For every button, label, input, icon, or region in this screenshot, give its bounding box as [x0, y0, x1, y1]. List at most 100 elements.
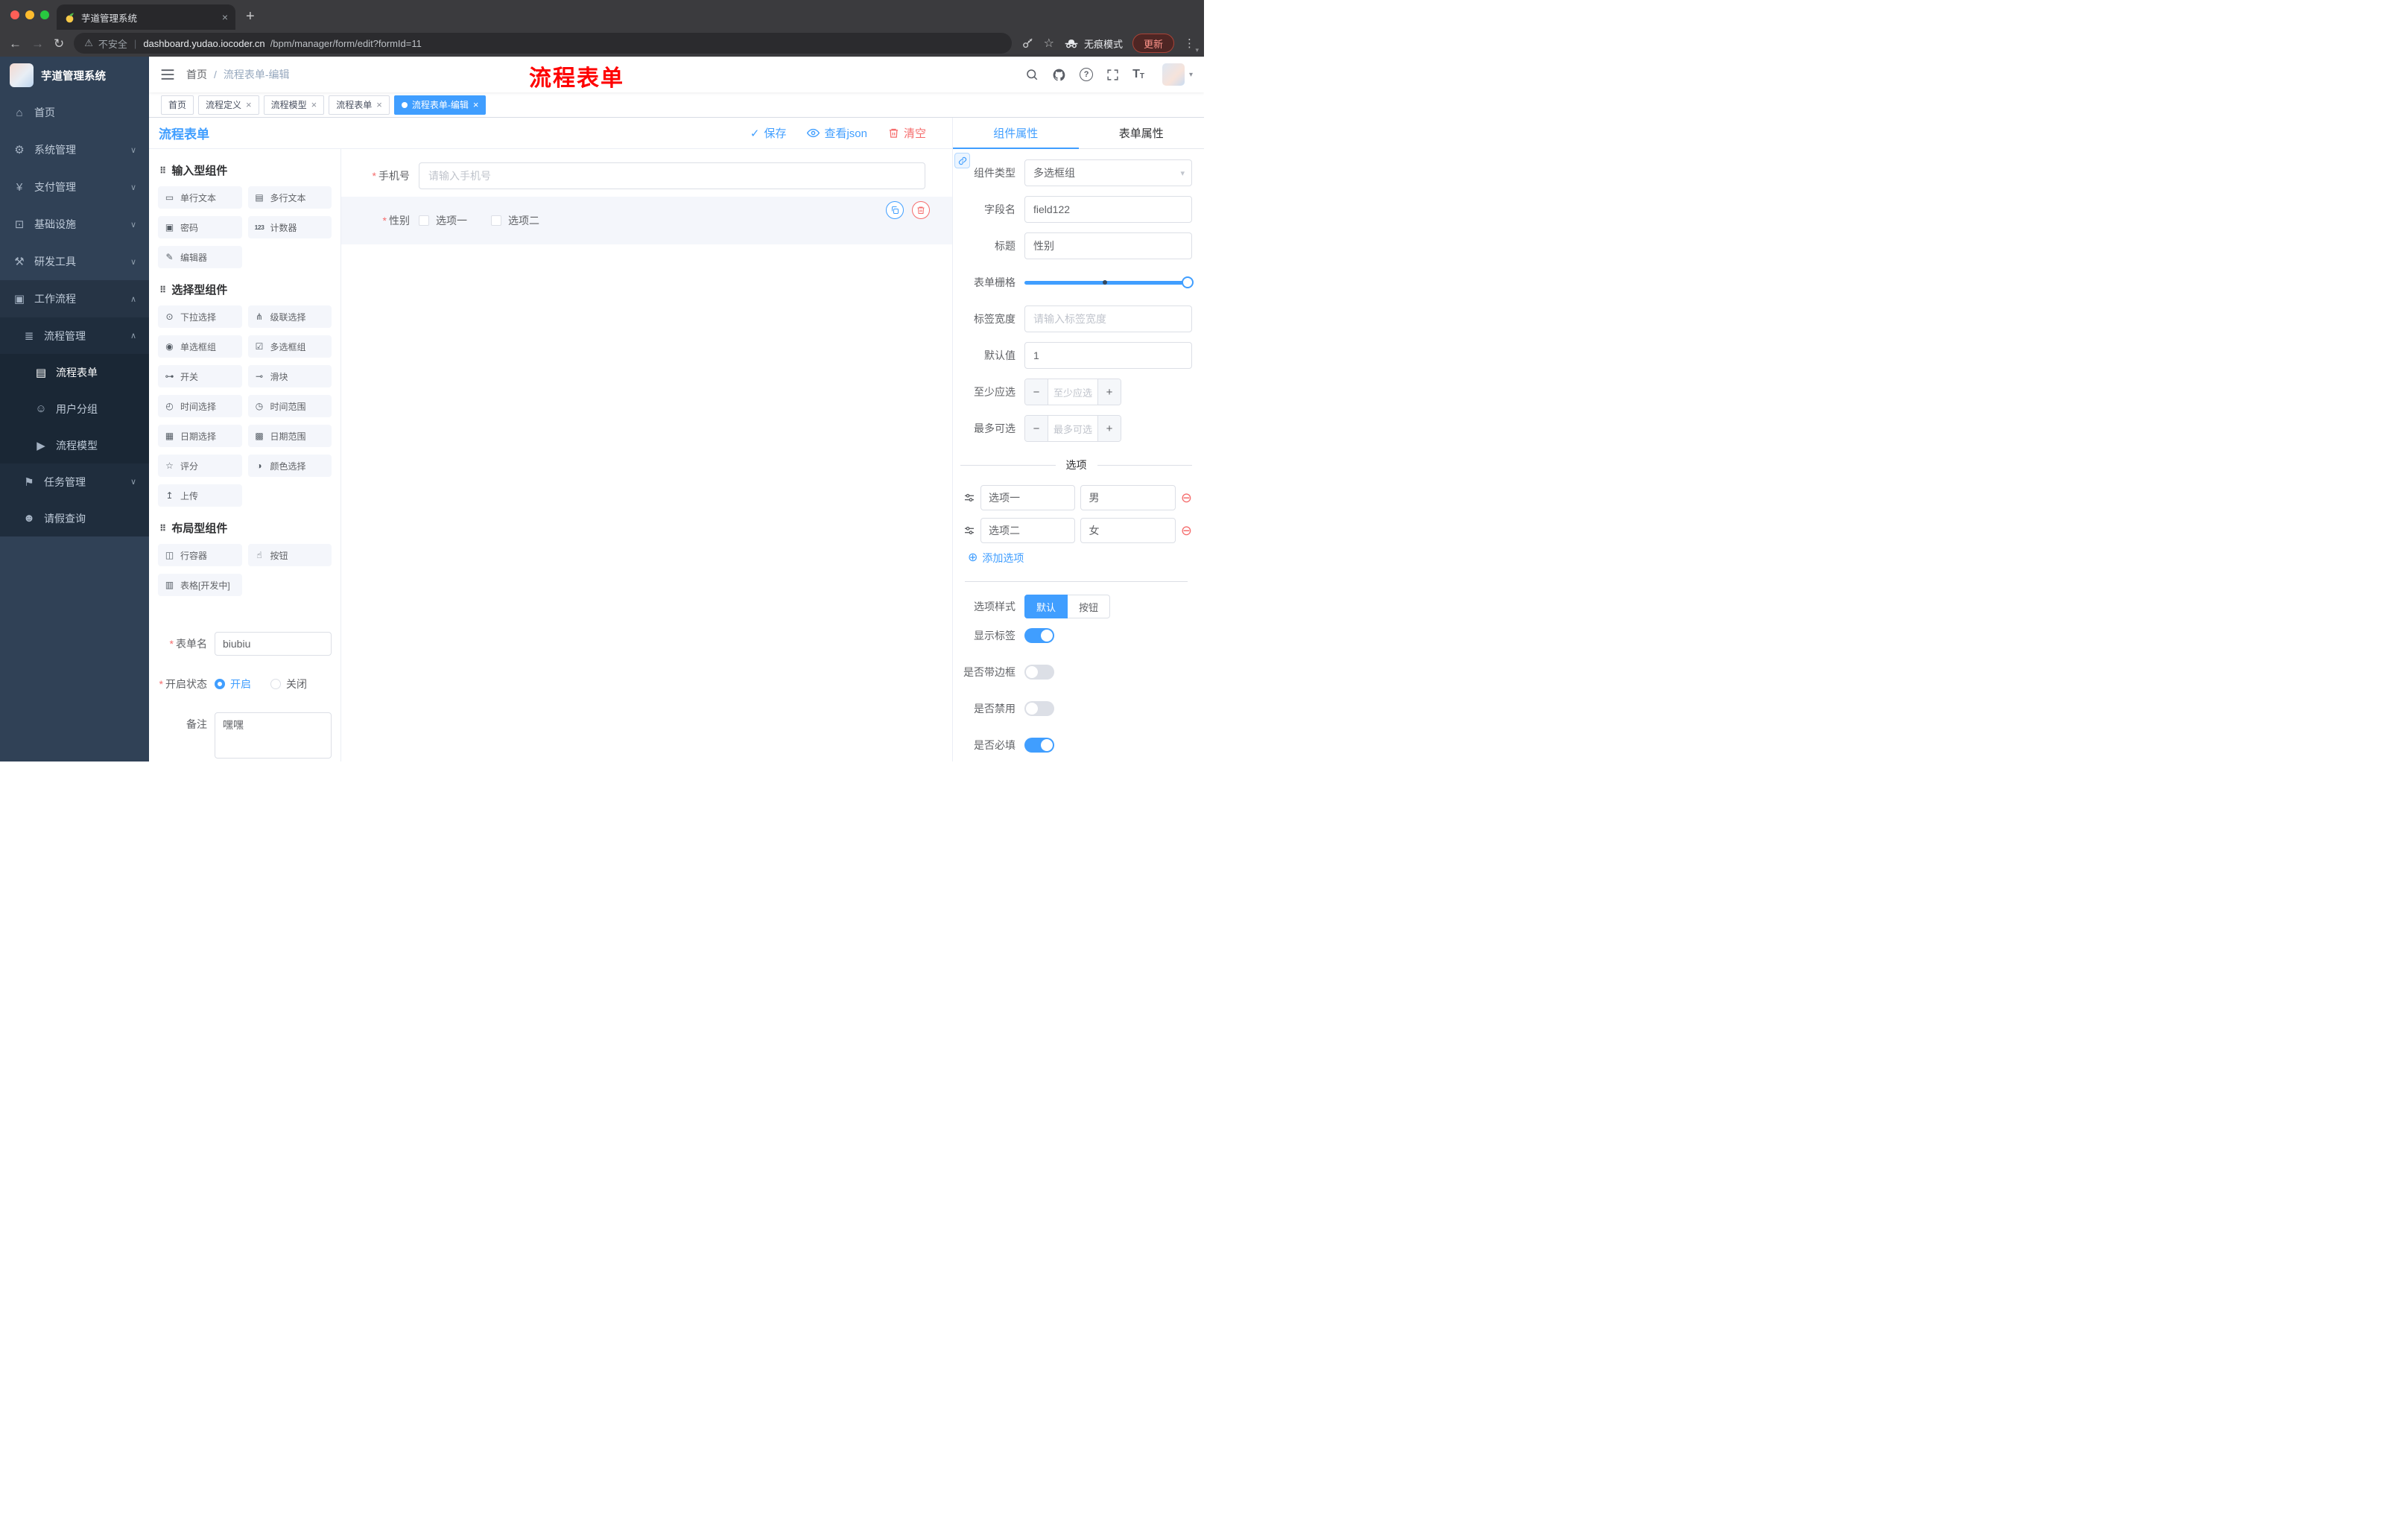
tag-process-definition[interactable]: 流程定义 ×	[198, 95, 259, 115]
tag-process-form-edit-active[interactable]: 流程表单-编辑 ×	[393, 95, 487, 115]
sidebar-item-payment[interactable]: ¥ 支付管理 ∨	[0, 168, 149, 206]
chrome-caret-icon[interactable]: ▾	[1195, 46, 1199, 54]
palette-item-editor[interactable]: ✎ 编辑器	[158, 246, 242, 268]
canvas-field-gender-selected[interactable]: * 性别 选项一 选项二	[341, 197, 952, 244]
tab-component-props[interactable]: 组件属性	[953, 118, 1079, 149]
required-toggle[interactable]	[1024, 738, 1054, 753]
palette-item-date-range[interactable]: ▩ 日期范围	[247, 425, 332, 447]
palette-item-multi-text[interactable]: ▤ 多行文本	[247, 186, 332, 209]
palette-item-table[interactable]: ▥ 表格[开发中]	[158, 574, 242, 596]
label-width-input[interactable]	[1024, 305, 1192, 332]
github-icon[interactable]	[1052, 68, 1066, 82]
palette-item-button[interactable]: ☝ 按钮	[247, 544, 332, 566]
style-default-button[interactable]: 默认	[1024, 595, 1068, 618]
field-name-input[interactable]	[1024, 196, 1192, 223]
palette-item-password[interactable]: ▣ 密码	[158, 216, 242, 238]
style-button-button[interactable]: 按钮	[1068, 595, 1111, 618]
back-icon[interactable]: ←	[9, 37, 22, 50]
tag-close-icon[interactable]: ×	[246, 100, 252, 110]
min-select-placeholder[interactable]: 至少应选	[1048, 379, 1097, 405]
palette-item-color-picker[interactable]: ◑ 颜色选择	[247, 455, 332, 477]
border-toggle[interactable]	[1024, 665, 1054, 680]
sidebar-item-infrastructure[interactable]: ⊡ 基础设施 ∨	[0, 206, 149, 243]
sidebar-item-user-group[interactable]: ☺ 用户分组	[0, 390, 149, 427]
phone-input[interactable]	[419, 162, 925, 189]
url-field[interactable]: ⚠ 不安全 | dashboard.yudao.iocoder.cn /bpm/…	[74, 33, 1012, 54]
palette-item-single-text[interactable]: ▭ 单行文本	[158, 186, 242, 209]
checkbox-option-1[interactable]: 选项一	[419, 213, 467, 228]
forward-icon[interactable]: →	[31, 37, 44, 50]
stepper-minus-button[interactable]: −	[1025, 416, 1048, 441]
canvas-field-phone[interactable]: * 手机号	[341, 162, 952, 189]
option1-value-input[interactable]	[1080, 485, 1176, 510]
api-link-button[interactable]	[954, 153, 970, 168]
clear-button[interactable]: 清空	[888, 125, 926, 141]
user-avatar-menu[interactable]: ▾	[1162, 63, 1193, 86]
title-input[interactable]	[1024, 232, 1192, 259]
palette-item-slider[interactable]: ⊸ 滑块	[247, 365, 332, 387]
window-minimize-button[interactable]	[25, 10, 34, 19]
sidebar-item-devtools[interactable]: ⚒ 研发工具 ∨	[0, 243, 149, 280]
tag-process-form[interactable]: 流程表单 ×	[329, 95, 390, 115]
palette-item-counter[interactable]: 123 计数器	[247, 216, 332, 238]
tag-close-icon[interactable]: ×	[311, 100, 317, 110]
sidebar-item-workflow[interactable]: ▣ 工作流程 ∧	[0, 280, 149, 317]
form-grid-slider[interactable]	[1024, 269, 1194, 296]
option-drag-icon[interactable]	[963, 525, 975, 536]
palette-item-switch[interactable]: ⊶ 开关	[158, 365, 242, 387]
bookmark-star-icon[interactable]: ☆	[1044, 36, 1054, 51]
form-name-input[interactable]	[215, 632, 332, 656]
update-button[interactable]: 更新	[1132, 34, 1174, 53]
tag-close-icon[interactable]: ×	[376, 100, 382, 110]
breadcrumb-home[interactable]: 首页	[186, 67, 207, 82]
component-type-select[interactable]: 多选框组 ▾	[1024, 159, 1192, 186]
sidebar-item-process-form[interactable]: ▤ 流程表单	[0, 354, 149, 390]
palette-item-radio-group[interactable]: ◉ 单选框组	[158, 335, 242, 358]
sidebar-item-home[interactable]: ⌂ 首页	[0, 94, 149, 131]
help-icon[interactable]: ?	[1080, 68, 1094, 81]
tag-close-icon[interactable]: ×	[473, 100, 479, 110]
add-option-button[interactable]: ⊕ 添加选项	[960, 551, 1192, 566]
stepper-plus-button[interactable]: +	[1097, 379, 1121, 405]
delete-field-button[interactable]	[912, 201, 930, 219]
tag-home[interactable]: 首页	[161, 95, 194, 115]
window-zoom-button[interactable]	[40, 10, 49, 19]
palette-item-upload[interactable]: ↥ 上传	[158, 484, 242, 507]
radio-status-off[interactable]: 关闭	[270, 677, 307, 691]
fullscreen-icon[interactable]	[1106, 69, 1119, 81]
stepper-minus-button[interactable]: −	[1025, 379, 1048, 405]
reload-icon[interactable]: ↻	[54, 37, 64, 50]
default-value-input[interactable]	[1024, 342, 1192, 369]
palette-item-time-range[interactable]: ◷ 时间范围	[247, 395, 332, 417]
option-drag-icon[interactable]	[963, 492, 975, 504]
tab-form-props[interactable]: 表单属性	[1079, 118, 1205, 148]
new-tab-button[interactable]: +	[246, 9, 255, 24]
form-remark-textarea[interactable]: 嘿嘿	[215, 712, 332, 759]
window-close-button[interactable]	[10, 10, 19, 19]
sidebar-item-process-model[interactable]: ▶ 流程模型	[0, 427, 149, 463]
palette-item-rate[interactable]: ☆ 评分	[158, 455, 242, 477]
option2-label-input[interactable]	[980, 518, 1076, 543]
tab-close-icon[interactable]: ×	[222, 11, 228, 23]
sidebar-item-system[interactable]: ⚙ 系统管理 ∨	[0, 131, 149, 168]
palette-item-date-picker[interactable]: ▦ 日期选择	[158, 425, 242, 447]
hamburger-icon[interactable]	[160, 69, 175, 80]
show-label-toggle[interactable]	[1024, 628, 1054, 643]
radio-status-on[interactable]: 开启	[215, 677, 251, 691]
palette-item-time-picker[interactable]: ◴ 时间选择	[158, 395, 242, 417]
max-select-placeholder[interactable]: 最多可选	[1048, 416, 1097, 441]
browser-tab[interactable]: 芋道管理系统 ×	[57, 4, 235, 30]
palette-item-checkbox-group[interactable]: ☑ 多选框组	[247, 335, 332, 358]
sidebar-item-leave-query[interactable]: ☻ 请假查询	[0, 500, 149, 536]
sidebar-item-process-management[interactable]: ≣ 流程管理 ∧	[0, 317, 149, 354]
browser-menu-icon[interactable]: ⋮	[1184, 37, 1195, 50]
stepper-plus-button[interactable]: +	[1097, 416, 1121, 441]
tag-process-model[interactable]: 流程模型 ×	[263, 95, 325, 115]
password-key-icon[interactable]	[1021, 37, 1034, 50]
palette-item-cascader[interactable]: ⋔ 级联选择	[247, 305, 332, 328]
copy-field-button[interactable]	[886, 201, 904, 219]
slider-handle[interactable]	[1182, 276, 1194, 288]
font-size-icon[interactable]: T T	[1132, 69, 1144, 80]
option2-value-input[interactable]	[1080, 518, 1176, 543]
save-button[interactable]: ✓ 保存	[750, 125, 787, 141]
